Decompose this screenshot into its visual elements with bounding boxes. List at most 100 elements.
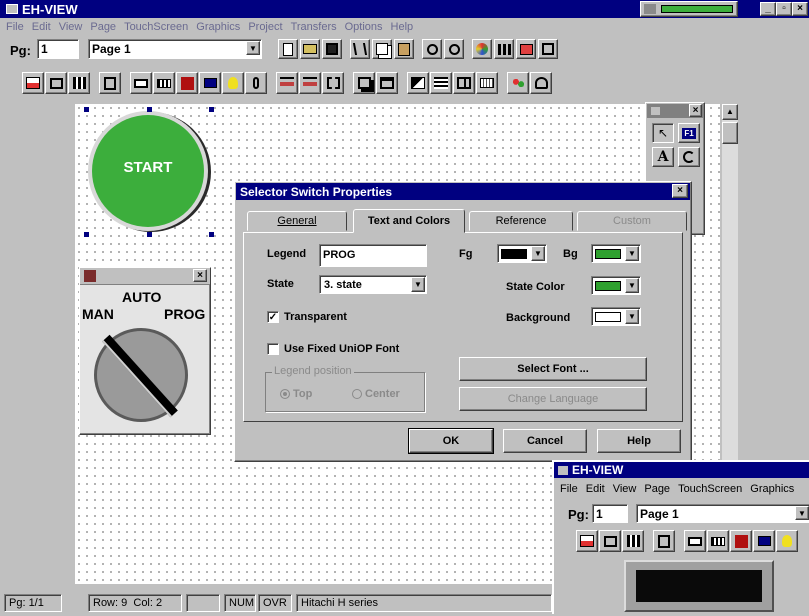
function-button[interactable] (176, 72, 198, 94)
cut-button[interactable] (350, 39, 370, 59)
shapes-button[interactable] (407, 72, 429, 94)
menu-touchscreen[interactable]: TouchScreen (120, 21, 192, 33)
function-button[interactable] (730, 530, 752, 552)
chart-button[interactable] (494, 39, 514, 59)
page-name-combo[interactable]: Page 1 ▼ (88, 39, 262, 59)
align-left-button[interactable] (276, 72, 298, 94)
menu-graphics[interactable]: Graphics (746, 483, 798, 495)
f1-key-tool[interactable]: F1 (678, 123, 700, 143)
help-button[interactable]: Help (597, 429, 681, 453)
close-icon[interactable]: × (193, 269, 207, 282)
menu-page[interactable]: Page (86, 21, 120, 33)
field-button[interactable] (130, 72, 152, 94)
ok-button[interactable]: OK (408, 428, 494, 454)
radio-top[interactable]: Top (280, 388, 312, 400)
bg-color-picker[interactable]: ▼ (591, 244, 641, 263)
edit-button[interactable] (45, 72, 67, 94)
page-number-field[interactable]: 1 (37, 39, 79, 59)
color-box-button[interactable] (516, 39, 536, 59)
group-button[interactable] (322, 72, 344, 94)
list-button[interactable] (430, 72, 452, 94)
inset-page-number-field[interactable]: 1 (592, 504, 628, 523)
selection-handle[interactable] (209, 107, 214, 112)
menu-edit[interactable]: Edit (582, 483, 609, 495)
menu-file[interactable]: File (2, 21, 28, 33)
start-button-object[interactable]: START (84, 107, 214, 237)
background-color-picker[interactable]: ▼ (591, 307, 641, 326)
selection-handle[interactable] (147, 232, 152, 237)
window-button[interactable] (376, 72, 398, 94)
recipe-button[interactable] (507, 72, 529, 94)
close-icon[interactable]: × (689, 104, 702, 117)
chevron-down-icon[interactable]: ▼ (246, 41, 260, 55)
chevron-down-icon[interactable]: ▼ (625, 309, 639, 324)
copy-button[interactable] (372, 39, 392, 59)
paste-button[interactable] (394, 39, 414, 59)
radio-center[interactable]: Center (352, 388, 400, 400)
menu-view[interactable]: View (609, 483, 641, 495)
scroll-thumb[interactable] (722, 122, 738, 144)
field-button[interactable] (684, 530, 706, 552)
tab-reference[interactable]: Reference (469, 211, 573, 231)
menu-transfers[interactable]: Transfers (287, 21, 341, 33)
counter-button[interactable] (22, 72, 44, 94)
save-button[interactable] (322, 39, 342, 59)
bulb-button[interactable] (776, 530, 798, 552)
open-folder-button[interactable] (300, 39, 320, 59)
fg-color-picker[interactable]: ▼ (497, 244, 547, 263)
selection-handle[interactable] (209, 232, 214, 237)
selector-switch-object[interactable]: × AUTO MAN PROG (79, 267, 211, 435)
tab-text-and-colors[interactable]: Text and Colors (353, 209, 465, 233)
shape-tool[interactable] (678, 147, 700, 167)
pointer-tool[interactable]: ↖ (652, 123, 674, 143)
edit-button[interactable] (599, 530, 621, 552)
display-button[interactable] (753, 530, 775, 552)
cancel-button[interactable]: Cancel (503, 429, 587, 453)
menu-touchscreen[interactable]: TouchScreen (674, 483, 746, 495)
fixed-font-checkbox[interactable]: Use Fixed UniOP Font (267, 343, 399, 356)
selection-handle[interactable] (84, 232, 89, 237)
zoom-out-button[interactable] (444, 39, 464, 59)
table-button[interactable] (453, 72, 475, 94)
text-tool[interactable]: A (652, 147, 674, 167)
bulb-button[interactable] (222, 72, 244, 94)
transparent-checkbox[interactable]: ✓ Transparent (267, 311, 347, 324)
menu-help[interactable]: Help (387, 21, 418, 33)
chevron-down-icon[interactable]: ▼ (625, 278, 639, 293)
tab-general[interactable]: General (247, 211, 347, 231)
chevron-down-icon[interactable]: ▼ (625, 246, 639, 261)
tab-custom[interactable]: Custom (577, 211, 687, 231)
scroll-up-button[interactable]: ▲ (722, 104, 738, 120)
change-language-button[interactable]: Change Language (459, 387, 647, 411)
exit-button[interactable] (99, 72, 121, 94)
inset-page-name-combo[interactable]: Page 1 ▼ (636, 504, 809, 523)
selection-handle[interactable] (147, 107, 152, 112)
chevron-down-icon[interactable]: ▼ (531, 246, 545, 261)
menu-page[interactable]: Page (640, 483, 674, 495)
selection-handle[interactable] (84, 107, 89, 112)
menu-edit[interactable]: Edit (28, 21, 55, 33)
minimize-button[interactable]: _ (760, 2, 776, 16)
legend-input[interactable]: PROG (319, 244, 427, 267)
meter-button[interactable] (622, 530, 644, 552)
close-icon[interactable]: × (672, 184, 688, 198)
keyboard-button[interactable] (476, 72, 498, 94)
meter-button[interactable] (68, 72, 90, 94)
bar-button[interactable] (153, 72, 175, 94)
font-button[interactable] (538, 39, 558, 59)
state-color-picker[interactable]: ▼ (591, 276, 641, 295)
display-button[interactable] (199, 72, 221, 94)
bar-button[interactable] (707, 530, 729, 552)
chevron-down-icon[interactable]: ▼ (411, 277, 425, 292)
zoom-in-button[interactable] (422, 39, 442, 59)
help-button[interactable] (245, 72, 267, 94)
chevron-down-icon[interactable]: ▼ (795, 506, 809, 520)
close-button[interactable]: × (792, 2, 808, 16)
new-file-button[interactable] (278, 39, 298, 59)
menu-project[interactable]: Project (244, 21, 286, 33)
exit-button[interactable] (653, 530, 675, 552)
align-right-button[interactable] (299, 72, 321, 94)
menu-file[interactable]: File (556, 483, 582, 495)
menu-options[interactable]: Options (341, 21, 387, 33)
users-button[interactable] (530, 72, 552, 94)
